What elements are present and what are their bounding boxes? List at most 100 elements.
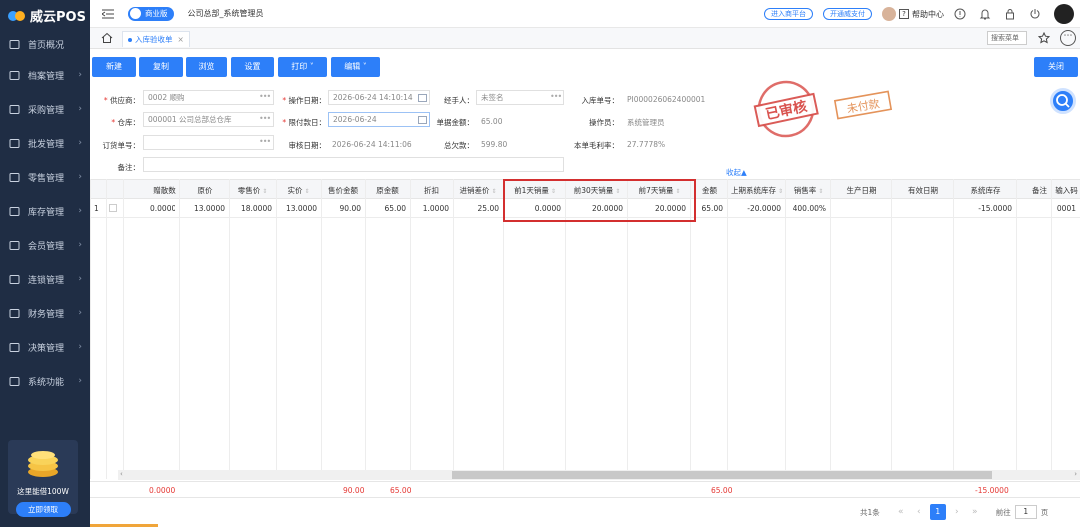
edit-button[interactable]: 编辑 ˅ <box>331 57 380 77</box>
column-header[interactable]: 进销差价 ⇕ <box>453 185 503 196</box>
column-header-label: 销售率 <box>793 186 817 195</box>
promo-card[interactable]: 这里能借100W 立即领取 <box>8 440 78 517</box>
chain-icon <box>9 274 20 284</box>
search-fab-button[interactable] <box>1050 88 1076 114</box>
order-lookup-icon[interactable]: ••• <box>259 137 271 146</box>
total-count: 共1条 <box>860 507 880 517</box>
settings-button[interactable]: 设置 <box>231 57 274 77</box>
sidebar-item-8[interactable]: 财务管理 › <box>0 296 90 330</box>
supplier-lookup-icon[interactable]: ••• <box>259 92 271 101</box>
help-center[interactable]: ? 帮助中心 <box>899 9 944 20</box>
chevron-right-icon: › <box>78 376 82 386</box>
column-header: 生产日期 <box>832 185 891 196</box>
sort-icon[interactable]: ⇕ <box>816 188 823 195</box>
menu-collapse-icon[interactable] <box>102 9 114 19</box>
column-header-label: 折扣 <box>424 186 439 195</box>
row-checkbox[interactable] <box>109 204 117 212</box>
current-page[interactable]: 1 <box>929 504 946 520</box>
home-icon[interactable] <box>101 32 113 44</box>
column-divider <box>365 179 366 479</box>
calendar-icon[interactable] <box>418 94 427 102</box>
last-page-icon[interactable]: » <box>968 505 982 519</box>
avatar[interactable] <box>882 7 896 21</box>
menu-search-input[interactable]: 搜索菜单 <box>987 31 1027 45</box>
close-icon[interactable]: × <box>178 35 184 44</box>
prev-page-icon[interactable]: ‹ <box>912 505 926 519</box>
supplier-label-text: 供应商： <box>110 96 140 105</box>
sort-icon[interactable]: ⇕ <box>776 188 783 195</box>
scrollbar-thumb[interactable] <box>452 471 992 479</box>
sidebar-item-4[interactable]: 零售管理 › <box>0 160 90 194</box>
handler-label: 经手人： <box>444 96 474 105</box>
table-cell[interactable]: 90.00 <box>321 204 361 213</box>
sidebar-item-6[interactable]: 会员管理 › <box>0 228 90 262</box>
op-date-field[interactable]: 2026-06-24 14:10:14 <box>328 90 430 105</box>
table-cell[interactable]: 0001 <box>1053 204 1076 213</box>
table-cell[interactable]: 65.00 <box>365 204 406 213</box>
horizontal-scrollbar[interactable]: ‹ › <box>118 470 1080 480</box>
star-icon[interactable] <box>1038 32 1050 44</box>
sort-icon[interactable]: ⇕ <box>490 188 496 195</box>
info-icon[interactable] <box>954 8 966 20</box>
goto-page-input[interactable]: 1 <box>1014 505 1037 519</box>
sort-icon[interactable]: ⇕ <box>303 188 309 195</box>
power-icon[interactable] <box>1029 8 1041 20</box>
table-cell[interactable]: 13.0000 <box>181 204 225 213</box>
sidebar-item-3[interactable]: 批发管理 › <box>0 126 90 160</box>
enter-platform-button[interactable]: 进入商平台 <box>764 8 813 20</box>
new-button[interactable]: 新建 <box>92 57 136 77</box>
pay-date-field[interactable]: 2026-06-24 <box>328 112 430 127</box>
sidebar-item-1[interactable]: 档案管理 › <box>0 58 90 92</box>
table-cell[interactable]: 18.0000 <box>229 204 272 213</box>
table-cell[interactable]: 1.0000 <box>410 204 449 213</box>
sort-icon[interactable]: ⇕ <box>260 188 267 195</box>
warehouse-lookup-icon[interactable]: ••• <box>259 114 271 123</box>
sidebar-item-9[interactable]: 决策管理 › <box>0 330 90 364</box>
promo-button[interactable]: 立即领取 <box>15 502 71 517</box>
scroll-right-icon[interactable]: › <box>1074 470 1077 478</box>
warehouse-field[interactable]: 000001 公司总部总仓库 <box>143 112 274 127</box>
operator-value: 系统管理员 <box>627 118 665 127</box>
column-header[interactable]: 实价 ⇕ <box>276 185 321 196</box>
collapse-link[interactable]: 收起▲ <box>726 167 747 178</box>
column-divider <box>90 179 91 479</box>
retail-icon <box>9 172 20 182</box>
amount-label: 单据金额： <box>436 118 475 127</box>
table-cell[interactable]: -20.0000 <box>729 204 781 213</box>
inventory-icon <box>9 206 20 216</box>
column-header[interactable]: 销售率 ⇕ <box>787 185 830 196</box>
sidebar-item-5[interactable]: 库存管理 › <box>0 194 90 228</box>
open-pay-button[interactable]: 开通威支付 <box>823 8 872 20</box>
table-cell[interactable]: 400.00% <box>787 204 826 213</box>
edition-label: 商业版 <box>145 9 168 18</box>
table-cell[interactable]: -15.0000 <box>955 204 1012 213</box>
sidebar-item-2[interactable]: 采购管理 › <box>0 92 90 126</box>
lock-icon[interactable] <box>1004 8 1016 20</box>
more-icon[interactable]: ⋯ <box>1060 30 1076 46</box>
print-button[interactable]: 打印 ˅ <box>278 57 327 77</box>
tab-inbound-acceptance[interactable]: 入库验收单 × <box>122 31 190 47</box>
column-header[interactable]: 零售价 ⇕ <box>229 185 276 196</box>
warehouse-label: * 仓库： <box>111 118 140 127</box>
table-cell[interactable]: 0.0000 <box>150 204 175 213</box>
sidebar-item-10[interactable]: 系统功能 › <box>0 364 90 398</box>
table-cell[interactable]: 25.00 <box>453 204 499 213</box>
sidebar-item-0[interactable]: 首页概况 <box>0 30 90 58</box>
first-page-icon[interactable]: « <box>894 505 908 519</box>
bell-icon[interactable] <box>979 8 991 20</box>
table-cell[interactable]: 13.0000 <box>276 204 317 213</box>
scroll-left-icon[interactable]: ‹ <box>120 470 123 478</box>
copy-button[interactable]: 复制 <box>139 57 183 77</box>
column-header[interactable]: 上期系统库存 ⇕ <box>729 185 785 196</box>
summary-stock: -15.0000 <box>975 486 1009 495</box>
close-button[interactable]: 关闭 <box>1034 57 1078 77</box>
next-page-icon[interactable]: › <box>950 505 964 519</box>
supplier-field[interactable]: 0002 顺购 <box>143 90 274 105</box>
column-header-label: 零售价 <box>237 186 261 195</box>
table-cell[interactable]: 65.00 <box>692 204 723 213</box>
remark-field[interactable] <box>143 157 564 172</box>
browse-button[interactable]: 浏览 <box>186 57 227 77</box>
handler-lookup-icon[interactable]: ••• <box>550 92 562 101</box>
sidebar-item-7[interactable]: 连锁管理 › <box>0 262 90 296</box>
order-no-field[interactable] <box>143 135 274 150</box>
